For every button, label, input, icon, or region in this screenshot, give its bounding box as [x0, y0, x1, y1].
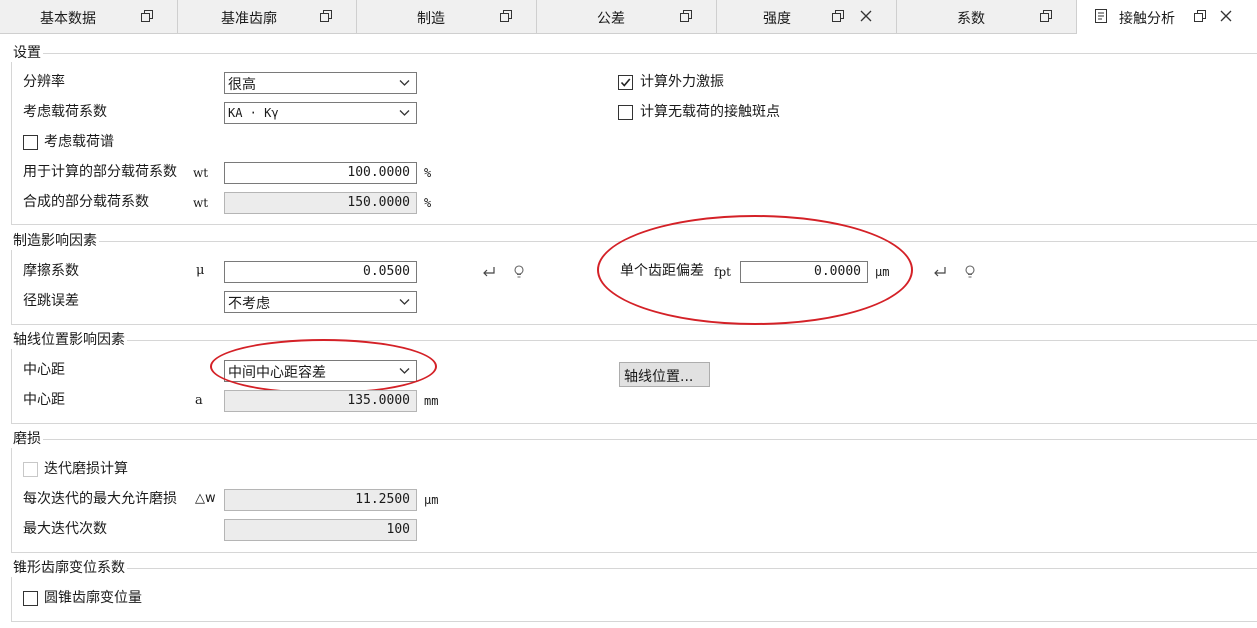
lightbulb-icon[interactable] [962, 264, 978, 280]
bevel-group-title: 锥形齿廓变位系数 [11, 559, 127, 577]
tab-label: 系数 [957, 11, 985, 27]
resolution-label: 分辨率 [23, 74, 65, 90]
checkmark-icon [620, 78, 631, 87]
document-list-icon [1095, 9, 1107, 23]
tab-label: 接触分析 [1119, 11, 1175, 27]
pitch-deviation-input[interactable]: 0.0000 [740, 261, 868, 283]
resulting-load-unit: % [424, 196, 432, 210]
iterative-wear-label: 迭代磨损计算 [44, 461, 128, 477]
tab-bar: 基本数据 基准齿廓 制造 公差 强度 系数 接触分析 [0, 0, 1257, 34]
resulting-load-field: 150.0000 [224, 192, 417, 214]
resolution-select[interactable]: 很高 [224, 72, 417, 94]
no-load-contact-label: 计算无载荷的接触斑点 [640, 104, 780, 120]
tab-label: 基准齿廓 [221, 11, 277, 27]
restore-window-icon[interactable] [1193, 9, 1207, 23]
restore-window-icon[interactable] [831, 9, 845, 23]
center-distance-field: 135.0000 [224, 390, 417, 412]
friction-input[interactable]: 0.0500 [224, 261, 417, 283]
tab-strength[interactable]: 强度 [717, 0, 897, 33]
tab-basic-data[interactable]: 基本数据 [0, 0, 178, 33]
runout-select[interactable]: 不考虑 [224, 291, 417, 313]
center-distance-label: 中心距 [23, 392, 65, 408]
max-wear-symbol: △w [195, 491, 216, 506]
pitch-deviation-label: 单个齿距偏差 [620, 263, 704, 279]
tab-tolerances[interactable]: 公差 [537, 0, 717, 33]
axis-group-title: 轴线位置影响因素 [11, 331, 127, 349]
restore-window-icon[interactable] [679, 9, 693, 23]
restore-window-icon[interactable] [319, 9, 333, 23]
conical-shift-checkbox[interactable] [23, 591, 38, 606]
tab-factors[interactable]: 系数 [897, 0, 1077, 33]
chevron-down-icon [399, 110, 410, 116]
manufacturing-group-title: 制造影响因素 [11, 232, 99, 250]
friction-symbol: μ [196, 263, 205, 278]
chevron-down-icon [399, 80, 410, 86]
load-spectrum-checkbox[interactable] [23, 135, 38, 150]
tab-label: 制造 [417, 11, 445, 27]
pitch-deviation-unit: μm [875, 265, 890, 279]
center-distance-symbol: a [195, 393, 203, 408]
external-excitation-label: 计算外力激振 [640, 74, 724, 90]
partial-load-unit: % [424, 166, 432, 180]
center-mode-select[interactable]: 中间中心距容差 [224, 360, 417, 382]
partial-load-input[interactable]: 100.0000 [224, 162, 417, 184]
tab-manufacturing[interactable]: 制造 [357, 0, 537, 33]
runout-value: 不考虑 [228, 296, 270, 312]
chevron-down-icon [399, 368, 410, 374]
wear-group-title: 磨损 [11, 430, 43, 448]
max-wear-unit: μm [424, 493, 439, 507]
restore-window-icon[interactable] [140, 9, 154, 23]
max-wear-label: 每次迭代的最大允许磨损 [23, 491, 177, 507]
chevron-down-icon [399, 299, 410, 305]
restore-window-icon[interactable] [499, 9, 513, 23]
center-distance-unit: mm [424, 394, 439, 408]
lightbulb-icon[interactable] [511, 264, 527, 280]
resulting-load-label: 合成的部分载荷系数 [23, 194, 149, 210]
pitch-deviation-symbol: fpt [714, 265, 731, 279]
max-iterations-field: 100 [224, 519, 417, 541]
tab-label: 强度 [763, 11, 791, 27]
max-iterations-label: 最大迭代次数 [23, 521, 107, 537]
iterative-wear-checkbox[interactable] [23, 462, 38, 477]
load-spectrum-label: 考虑载荷谱 [44, 134, 114, 150]
max-wear-field: 11.2500 [224, 489, 417, 511]
center-mode-label: 中心距 [23, 362, 65, 378]
tab-label: 基本数据 [40, 11, 96, 27]
restore-window-icon[interactable] [1039, 9, 1053, 23]
runout-label: 径跳误差 [23, 293, 79, 309]
manufacturing-group [11, 241, 1257, 325]
bevel-group [11, 568, 1257, 622]
close-icon[interactable] [1219, 9, 1233, 23]
tab-label: 公差 [597, 11, 625, 27]
tab-basic-rack[interactable]: 基准齿廓 [178, 0, 357, 33]
load-factor-value: KA · Kγ [228, 106, 279, 120]
return-arrow-icon[interactable] [481, 264, 497, 280]
axis-position-button[interactable]: 轴线位置... [619, 362, 710, 387]
no-load-contact-checkbox[interactable] [618, 105, 633, 120]
conical-shift-label: 圆锥齿廓变位量 [44, 590, 142, 606]
center-mode-value: 中间中心距容差 [228, 365, 326, 381]
return-arrow-icon[interactable] [932, 264, 948, 280]
friction-label: 摩擦系数 [23, 263, 79, 279]
resulting-load-symbol: wt [193, 196, 209, 210]
external-excitation-checkbox[interactable] [618, 75, 633, 90]
settings-group-title: 设置 [11, 44, 43, 62]
tab-contact-analysis[interactable]: 接触分析 [1077, 0, 1257, 34]
load-factor-select[interactable]: KA · Kγ [224, 102, 417, 124]
close-icon[interactable] [859, 9, 873, 23]
partial-load-symbol: wt [193, 166, 209, 180]
load-factor-label: 考虑载荷系数 [23, 104, 107, 120]
resolution-value: 很高 [228, 77, 256, 93]
partial-load-label: 用于计算的部分载荷系数 [23, 164, 177, 180]
